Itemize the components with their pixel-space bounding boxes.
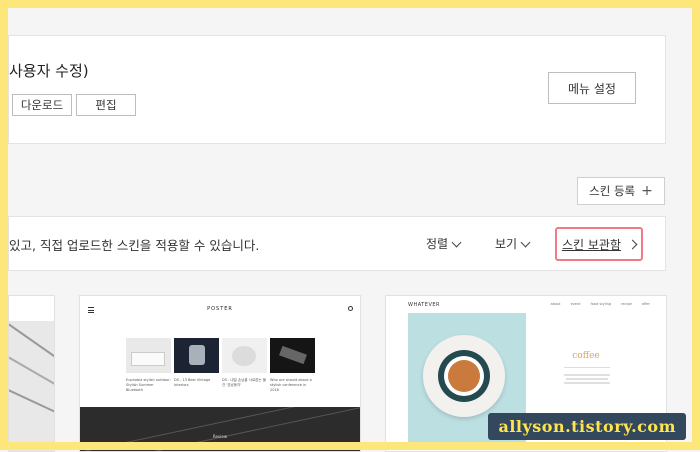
- whatever-brand: WHATEVER: [408, 302, 441, 308]
- sort-dropdown[interactable]: 정렬: [426, 235, 462, 252]
- review-label: Review: [212, 434, 228, 439]
- post-caption: Who are should about a stylish conferenc…: [270, 378, 312, 392]
- search-icon: [348, 306, 353, 311]
- skin-info-bar: 있고, 직접 업로드한 스킨을 적용할 수 있습니다. 정렬 보기 스킨 보관함: [8, 216, 666, 271]
- feature-label: coffee: [572, 351, 600, 361]
- skin-title: 사용자 수정): [9, 62, 89, 80]
- nav-item: about: [550, 302, 561, 306]
- skin-thumbnail[interactable]: [8, 295, 55, 452]
- sort-label: 정렬: [426, 237, 449, 251]
- nav-item: offer: [641, 302, 650, 306]
- download-button[interactable]: 다운로드: [12, 94, 72, 116]
- skin-storage-link[interactable]: 스킨 보관함: [555, 227, 643, 261]
- plus-icon: +: [641, 183, 653, 199]
- post-image: [174, 338, 219, 373]
- post-caption: Euphobia stylish outdoor: Stylish Summer…: [126, 378, 171, 392]
- view-dropdown[interactable]: 보기: [495, 235, 531, 252]
- post-image: [222, 338, 267, 373]
- skin-storage-label: 스킨 보관함: [561, 237, 621, 252]
- hero-image: Review: [80, 407, 360, 451]
- edit-button[interactable]: 편집: [76, 94, 136, 116]
- poster-brand: POSTER: [207, 306, 233, 312]
- divider: [564, 367, 610, 368]
- chevron-right-icon: [627, 239, 638, 249]
- skin-info-text: 있고, 직접 업로드한 스킨을 적용할 수 있습니다.: [9, 238, 260, 253]
- post-caption: DS - 내일 손님을 사로잡는 물건 '강남동자': [222, 378, 266, 387]
- watermark: allyson.tistory.com: [488, 413, 686, 440]
- post-image: [126, 338, 171, 373]
- nav-item: recipe: [621, 302, 632, 306]
- nav-item: food styling: [590, 302, 612, 306]
- post-caption: DS - 13 Best Vintage Interiors: [174, 378, 211, 387]
- post-image: [270, 338, 315, 373]
- thumbnail-image: [9, 321, 54, 451]
- current-skin-card: 사용자 수정) 다운로드 편집 메뉴 설정: [8, 35, 666, 144]
- chevron-down-icon: [451, 237, 462, 247]
- skin-register-button[interactable]: 스킨 등록 +: [577, 177, 665, 205]
- nav-item: event: [570, 302, 581, 306]
- view-label: 보기: [495, 237, 518, 251]
- skin-thumbnail-poster[interactable]: POSTER Euphobia stylish outdoor: Stylish…: [79, 295, 361, 452]
- whatever-nav: about event food styling recipe offer: [550, 302, 650, 306]
- menu-settings-button[interactable]: 메뉴 설정: [548, 72, 636, 104]
- chevron-down-icon: [520, 237, 531, 247]
- skin-register-label: 스킨 등록: [589, 184, 636, 198]
